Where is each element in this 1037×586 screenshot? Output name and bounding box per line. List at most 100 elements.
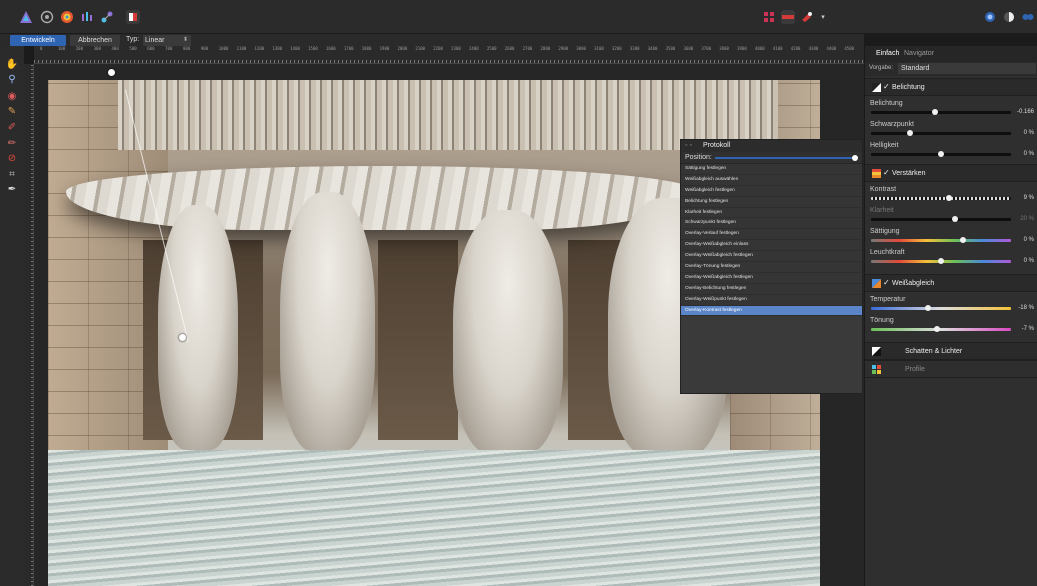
zoom-tool-icon[interactable]: ⚲ xyxy=(6,73,18,85)
liquify-persona-icon[interactable] xyxy=(40,10,54,24)
retouch-tool-icon[interactable]: ✏ xyxy=(6,137,18,149)
ruler-tick-label: 3500 xyxy=(665,46,676,51)
ruler-tick-label: 2800 xyxy=(540,46,551,51)
split-view-icon[interactable] xyxy=(781,10,795,24)
tab-basic[interactable]: Einfach xyxy=(876,50,899,57)
slider-knob[interactable] xyxy=(960,237,967,243)
history-position-knob[interactable] xyxy=(852,155,858,161)
slider-knob[interactable] xyxy=(946,195,953,201)
checkmark-icon[interactable]: ✓ xyxy=(883,278,890,287)
tab-navigator[interactable]: Navigator xyxy=(904,50,934,57)
slider-track[interactable] xyxy=(871,305,1011,311)
slider-knob[interactable] xyxy=(938,258,944,264)
section-shadows-highlights[interactable]: Schatten & Lichter xyxy=(865,342,1037,360)
ruler-tick-label: 0 xyxy=(40,46,43,51)
history-item[interactable]: Overlay-Tönung festlegen xyxy=(681,262,862,273)
exposure-icon xyxy=(872,83,881,92)
brush-tool-icon[interactable]: ✐ xyxy=(6,121,18,133)
history-item[interactable]: Klarheit festlegen xyxy=(681,207,862,219)
slider-track[interactable] xyxy=(871,151,1011,157)
section-profiles[interactable]: Profile xyxy=(865,360,1037,378)
history-item[interactable]: Overlay-Verlauf festlegen xyxy=(681,229,862,241)
slider-knob[interactable] xyxy=(933,326,940,332)
history-item[interactable]: Overlay-Weißabgleich einlass xyxy=(681,240,862,252)
slider-value: 0 % xyxy=(1023,258,1034,264)
history-position-slider[interactable]: Position: xyxy=(681,152,862,164)
section-exposure[interactable]: ✓ Belichtung xyxy=(865,78,1037,96)
close-icon[interactable]: ◦ ◦ xyxy=(685,142,692,149)
slider-knob[interactable] xyxy=(932,109,939,115)
history-item[interactable]: Overlay-Kontrast festlegen xyxy=(681,305,862,317)
crop-tool-icon[interactable]: ⌗ xyxy=(6,168,18,180)
slider-knob[interactable] xyxy=(925,305,932,311)
gradient-end-handle[interactable] xyxy=(179,334,186,341)
split-screen-icon[interactable] xyxy=(126,10,140,24)
slider-knob[interactable] xyxy=(952,216,958,222)
blemish-tool-icon[interactable]: ✎ xyxy=(6,105,18,117)
view-mode-split-icon[interactable] xyxy=(1002,10,1016,24)
section-white-balance[interactable]: ✓ Weißabgleich xyxy=(865,274,1037,292)
slider-label: Sättigung xyxy=(870,228,900,235)
red-eye-tool-icon[interactable]: ◉ xyxy=(6,90,18,102)
slider-track[interactable] xyxy=(871,237,1011,243)
checkmark-icon[interactable]: ✓ xyxy=(883,82,890,91)
history-item[interactable]: Overlay-Weißabgleich festlegen xyxy=(681,272,862,284)
slider-knob[interactable] xyxy=(938,151,944,157)
ruler-tick-label: 500 xyxy=(129,46,137,51)
slider-track[interactable] xyxy=(871,258,1011,264)
slider-knob[interactable] xyxy=(907,130,914,136)
history-position-label: Position: xyxy=(685,154,712,161)
ruler-tick-label: 1700 xyxy=(343,46,354,51)
ruler-tick-label: 3700 xyxy=(701,46,712,51)
enhance-title: Verstärken xyxy=(892,170,926,177)
section-enhance[interactable]: ✓ Verstärken xyxy=(865,164,1037,182)
ruler-tick-label: 3200 xyxy=(612,46,622,51)
gradient-tool-icon[interactable]: ⊘ xyxy=(6,152,18,164)
ruler-tick-label: 1600 xyxy=(326,46,336,51)
preset-select[interactable]: Standard xyxy=(898,63,1036,74)
history-list: Sättigung festlegen Weißabgleich auswähle… xyxy=(681,164,862,317)
ruler-tick-label: 2100 xyxy=(415,46,426,51)
white-balance-picker-icon[interactable]: ✒ xyxy=(6,183,18,195)
history-item[interactable]: Overlay-Weißabgleich festlegen xyxy=(681,251,862,263)
affinity-logo-icon[interactable] xyxy=(19,10,33,24)
ruler-tick-label: 3800 xyxy=(719,46,729,51)
cancel-button[interactable]: Abbrechen xyxy=(70,35,120,46)
develop-panel: Einfach Navigator Vorgabe: Standard ✓ Be… xyxy=(864,46,1037,586)
slider-track[interactable] xyxy=(871,326,1011,332)
ruler-tick-label: 4500 xyxy=(844,46,855,51)
grid-icon[interactable] xyxy=(762,10,776,24)
slider-value: 0 % xyxy=(1023,237,1034,243)
gradient-start-handle[interactable] xyxy=(108,69,115,76)
history-item[interactable]: Weißabgleich auswählen xyxy=(681,174,862,186)
chevron-updown-icon: ⬍ xyxy=(182,37,188,43)
slider-track[interactable] xyxy=(871,216,1011,222)
ruler-tick-label: 2900 xyxy=(558,46,569,51)
develop-persona-icon[interactable] xyxy=(60,10,74,24)
history-item[interactable]: Sättigung festlegen xyxy=(681,164,862,175)
tone-mapping-persona-icon[interactable] xyxy=(80,10,94,24)
history-item[interactable]: Weißabgleich festlegen xyxy=(681,185,862,197)
red-eye-icon[interactable] xyxy=(800,10,814,24)
ruler-tick-label: 1400 xyxy=(290,46,300,51)
type-select-value: Linear xyxy=(145,37,165,44)
slider-track[interactable] xyxy=(871,130,1011,136)
history-position-track[interactable] xyxy=(715,157,856,159)
slider-track[interactable] xyxy=(871,195,1011,201)
export-persona-icon[interactable] xyxy=(100,10,114,24)
checkmark-icon[interactable]: ✓ xyxy=(883,168,890,177)
view-mode-single-icon[interactable] xyxy=(983,10,997,24)
view-mode-mirror-icon[interactable] xyxy=(1021,10,1035,24)
history-item[interactable]: Overlay-Weißpunkt festlegen xyxy=(681,294,862,306)
slider-label: Tönung xyxy=(870,317,894,324)
history-item[interactable]: Schwarzpunkt festlegen xyxy=(681,218,862,230)
hand-tool-icon[interactable]: ✋ xyxy=(6,58,18,70)
slider-track[interactable] xyxy=(871,109,1011,115)
dropdown-arrow-icon[interactable]: ▾ xyxy=(816,10,830,24)
ruler-tick-label: 3300 xyxy=(629,46,640,51)
history-item[interactable]: Belichtung festlegen xyxy=(681,196,862,208)
type-select[interactable]: Linear ⬍ xyxy=(143,35,191,46)
history-item[interactable]: Overlay-Belichtung festlegen xyxy=(681,283,862,295)
develop-button[interactable]: Entwickeln xyxy=(10,35,66,46)
slider-value: 0 % xyxy=(1023,151,1034,157)
